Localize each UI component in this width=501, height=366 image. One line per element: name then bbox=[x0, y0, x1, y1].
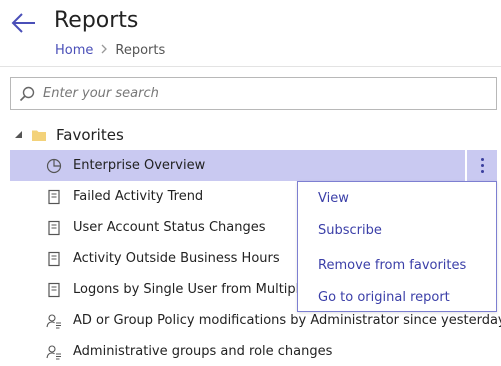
collapse-triangle-icon[interactable] bbox=[14, 130, 24, 140]
menu-item-view[interactable]: View bbox=[318, 191, 349, 206]
tree-item-label: Failed Activity Trend bbox=[73, 189, 204, 204]
menu-item-remove-from-favorites[interactable]: Remove from favorites bbox=[318, 258, 466, 273]
tree-item-label: User Account Status Changes bbox=[73, 220, 266, 235]
tree-item-label: Administrative groups and role changes bbox=[73, 344, 333, 359]
search-input[interactable] bbox=[43, 86, 483, 101]
page-title: Reports bbox=[54, 8, 139, 33]
chevron-right-icon bbox=[101, 44, 108, 57]
tree-item-label: AD or Group Policy modifications by Admi… bbox=[73, 313, 501, 328]
document-icon bbox=[48, 282, 60, 298]
breadcrumb: Home Reports bbox=[55, 43, 165, 58]
document-icon bbox=[48, 189, 60, 205]
folder-icon bbox=[32, 130, 46, 141]
breadcrumb-current: Reports bbox=[115, 43, 166, 58]
menu-item-subscribe[interactable]: Subscribe bbox=[318, 223, 382, 238]
back-button[interactable] bbox=[10, 9, 38, 37]
header-divider bbox=[0, 66, 501, 67]
document-icon bbox=[48, 220, 60, 236]
context-menu: View Subscribe Remove from favorites Go … bbox=[297, 181, 497, 312]
menu-item-go-to-original-report[interactable]: Go to original report bbox=[318, 290, 450, 305]
tree-group-favorites[interactable]: Favorites bbox=[14, 124, 124, 146]
tree-item-label: Enterprise Overview bbox=[73, 158, 206, 173]
tree-item-label: Activity Outside Business Hours bbox=[73, 251, 280, 266]
reports-page: Reports Home Reports Favorites bbox=[0, 0, 501, 366]
more-options-button[interactable] bbox=[467, 150, 497, 181]
search-icon bbox=[11, 78, 43, 109]
user-search-icon bbox=[46, 314, 61, 329]
search-box[interactable] bbox=[10, 77, 497, 110]
tree-item-enterprise-overview[interactable]: Enterprise Overview bbox=[10, 150, 465, 181]
breadcrumb-home[interactable]: Home bbox=[55, 43, 93, 58]
group-label: Favorites bbox=[56, 126, 124, 144]
tree-item-administrative-groups[interactable]: Administrative groups and role changes bbox=[10, 336, 465, 366]
document-icon bbox=[48, 251, 60, 267]
more-vertical-icon-dot bbox=[480, 170, 484, 173]
more-vertical-icon-dot bbox=[480, 164, 484, 167]
pie-chart-icon bbox=[46, 158, 62, 174]
arrow-left-icon bbox=[11, 13, 35, 33]
more-vertical-icon bbox=[480, 158, 484, 161]
user-search-icon bbox=[46, 345, 61, 360]
